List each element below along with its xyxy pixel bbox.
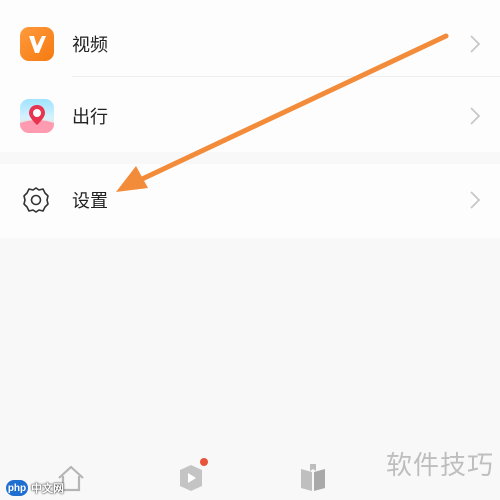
watermark-text: 中文网: [31, 482, 64, 495]
menu-item-label: 出行: [72, 107, 108, 128]
chevron-right-icon: [470, 107, 481, 125]
gear-icon: [23, 187, 49, 213]
menu-item-label: 设置: [72, 191, 108, 212]
menu-item-video[interactable]: 视频: [0, 8, 500, 80]
watermark-php: php 中文网: [6, 480, 64, 496]
chevron-right-icon: [470, 35, 481, 53]
php-logo: php: [6, 480, 28, 496]
video-icon: [20, 27, 54, 61]
watermark-software-tips: 软件技巧: [385, 451, 494, 481]
notification-badge: [200, 458, 208, 466]
travel-icon: [20, 99, 54, 133]
divider: [72, 76, 500, 77]
menu-item-settings[interactable]: 设置: [0, 164, 500, 236]
menu-group-settings: 设置: [0, 164, 500, 238]
book-icon[interactable]: [298, 460, 328, 494]
menu-item-label: 视频: [72, 35, 108, 56]
chevron-right-icon: [470, 191, 481, 209]
menu-group-main: 视频 出行: [0, 0, 500, 152]
menu-item-travel[interactable]: 出行: [0, 80, 500, 152]
